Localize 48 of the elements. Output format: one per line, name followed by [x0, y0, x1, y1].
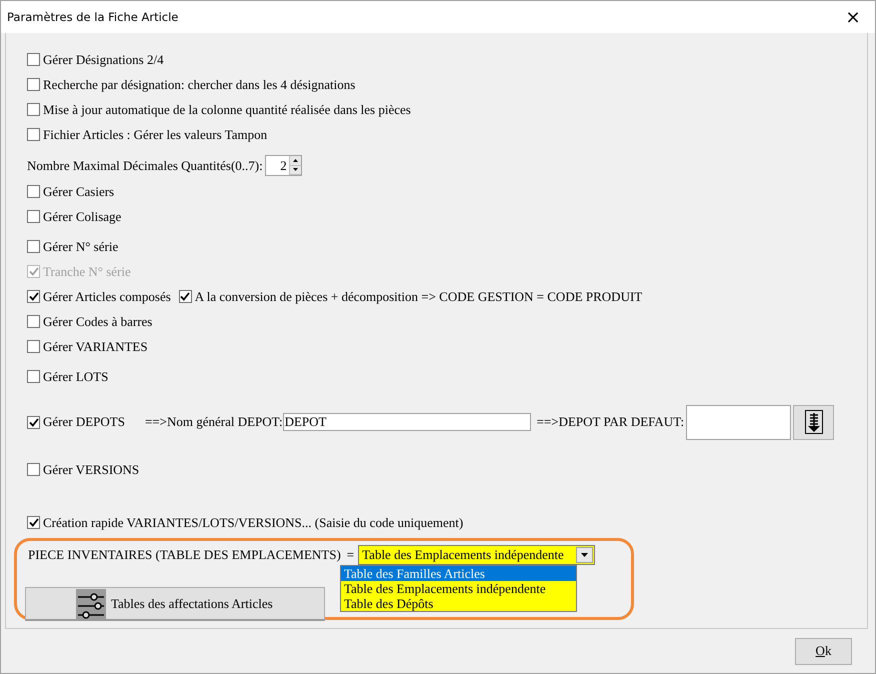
checkbox[interactable]: [27, 210, 40, 223]
checkbox[interactable]: [27, 128, 40, 141]
checkbox-label: Gérer VERSIONS: [43, 462, 140, 478]
checkbox[interactable]: [178, 290, 192, 303]
depot-picker-button[interactable]: [793, 404, 834, 440]
caret-icon: [581, 553, 588, 557]
checkbox[interactable]: [27, 78, 40, 91]
dropdown-option[interactable]: Table des Familles Articles: [341, 566, 576, 581]
checkbox-label: Fichier Articles : Gérer les valeurs Tampon: [43, 126, 268, 142]
checkbox-label: A la conversion de pièces + décomposition => CODE GESTION = CODE PRODUIT: [194, 288, 642, 304]
inventory-label: PIECE INVENTAIRES (TABLE DES EMPLACEMENTS): [28, 547, 341, 563]
field-label: ==>Nom général DEPOT:: [144, 414, 283, 430]
checkbox-label: Gérer Codes à barres: [43, 314, 152, 330]
checkbox[interactable]: [27, 463, 40, 476]
checkbox-label: Gérer Articles composés: [43, 288, 171, 304]
inventory-dropdown[interactable]: Table des Emplacements indépendente: [358, 545, 596, 565]
checkbox-label: Gérer VARIANTES: [43, 338, 148, 354]
checkbox[interactable]: [27, 370, 40, 383]
window-title: Paramètres de la Fiche Article: [7, 10, 178, 24]
checkbox[interactable]: [27, 315, 40, 328]
checkbox[interactable]: [27, 185, 40, 198]
checkbox-label: Gérer Colisage: [43, 208, 122, 224]
checkbox[interactable]: [27, 240, 40, 253]
checkbox-label: Mise à jour automatique de la colonne quantité réalisée dans les pièces: [43, 102, 411, 118]
default-depot-field[interactable]: [686, 404, 792, 440]
assignments-button[interactable]: Tables des affectations Articles: [25, 587, 325, 621]
equals-sign: =: [346, 547, 354, 563]
checkbox-label: Gérer Désignations 2/4: [43, 52, 164, 68]
checkbox[interactable]: [27, 53, 40, 66]
decimals-spinner[interactable]: 2: [264, 155, 302, 176]
checkbox-label: Gérer DEPOTS: [43, 414, 125, 430]
ok-button[interactable]: Ok: [795, 638, 852, 664]
spinner-label: Nombre Maximal Décimales Quantités(0..7):: [27, 158, 263, 174]
checkbox[interactable]: [27, 103, 40, 116]
depot-name-field[interactable]: DEPOT: [282, 413, 531, 431]
checkbox-label: Tranche N° série: [43, 264, 131, 280]
checkbox[interactable]: [27, 516, 40, 529]
checkbox[interactable]: [27, 340, 40, 353]
checkbox[interactable]: [27, 290, 40, 303]
checkbox[interactable]: [27, 416, 40, 428]
close-button[interactable]: ×: [831, 2, 875, 32]
checkbox-label: Gérer Casiers: [43, 184, 114, 200]
sliders-icon: [76, 588, 106, 618]
checkbox-label: Gérer LOTS: [43, 368, 108, 384]
checkbox-label: Recherche par désignation: chercher dans les 4 désignations: [43, 76, 356, 92]
checkbox-label: Création rapide VARIANTES/LOTS/VERSIONS... (Saisie du code uniquement): [43, 514, 464, 530]
checkbox-label: Gérer N° série: [43, 238, 118, 254]
field-label: ==>DEPOT PAR DEFAUT:: [536, 414, 684, 430]
